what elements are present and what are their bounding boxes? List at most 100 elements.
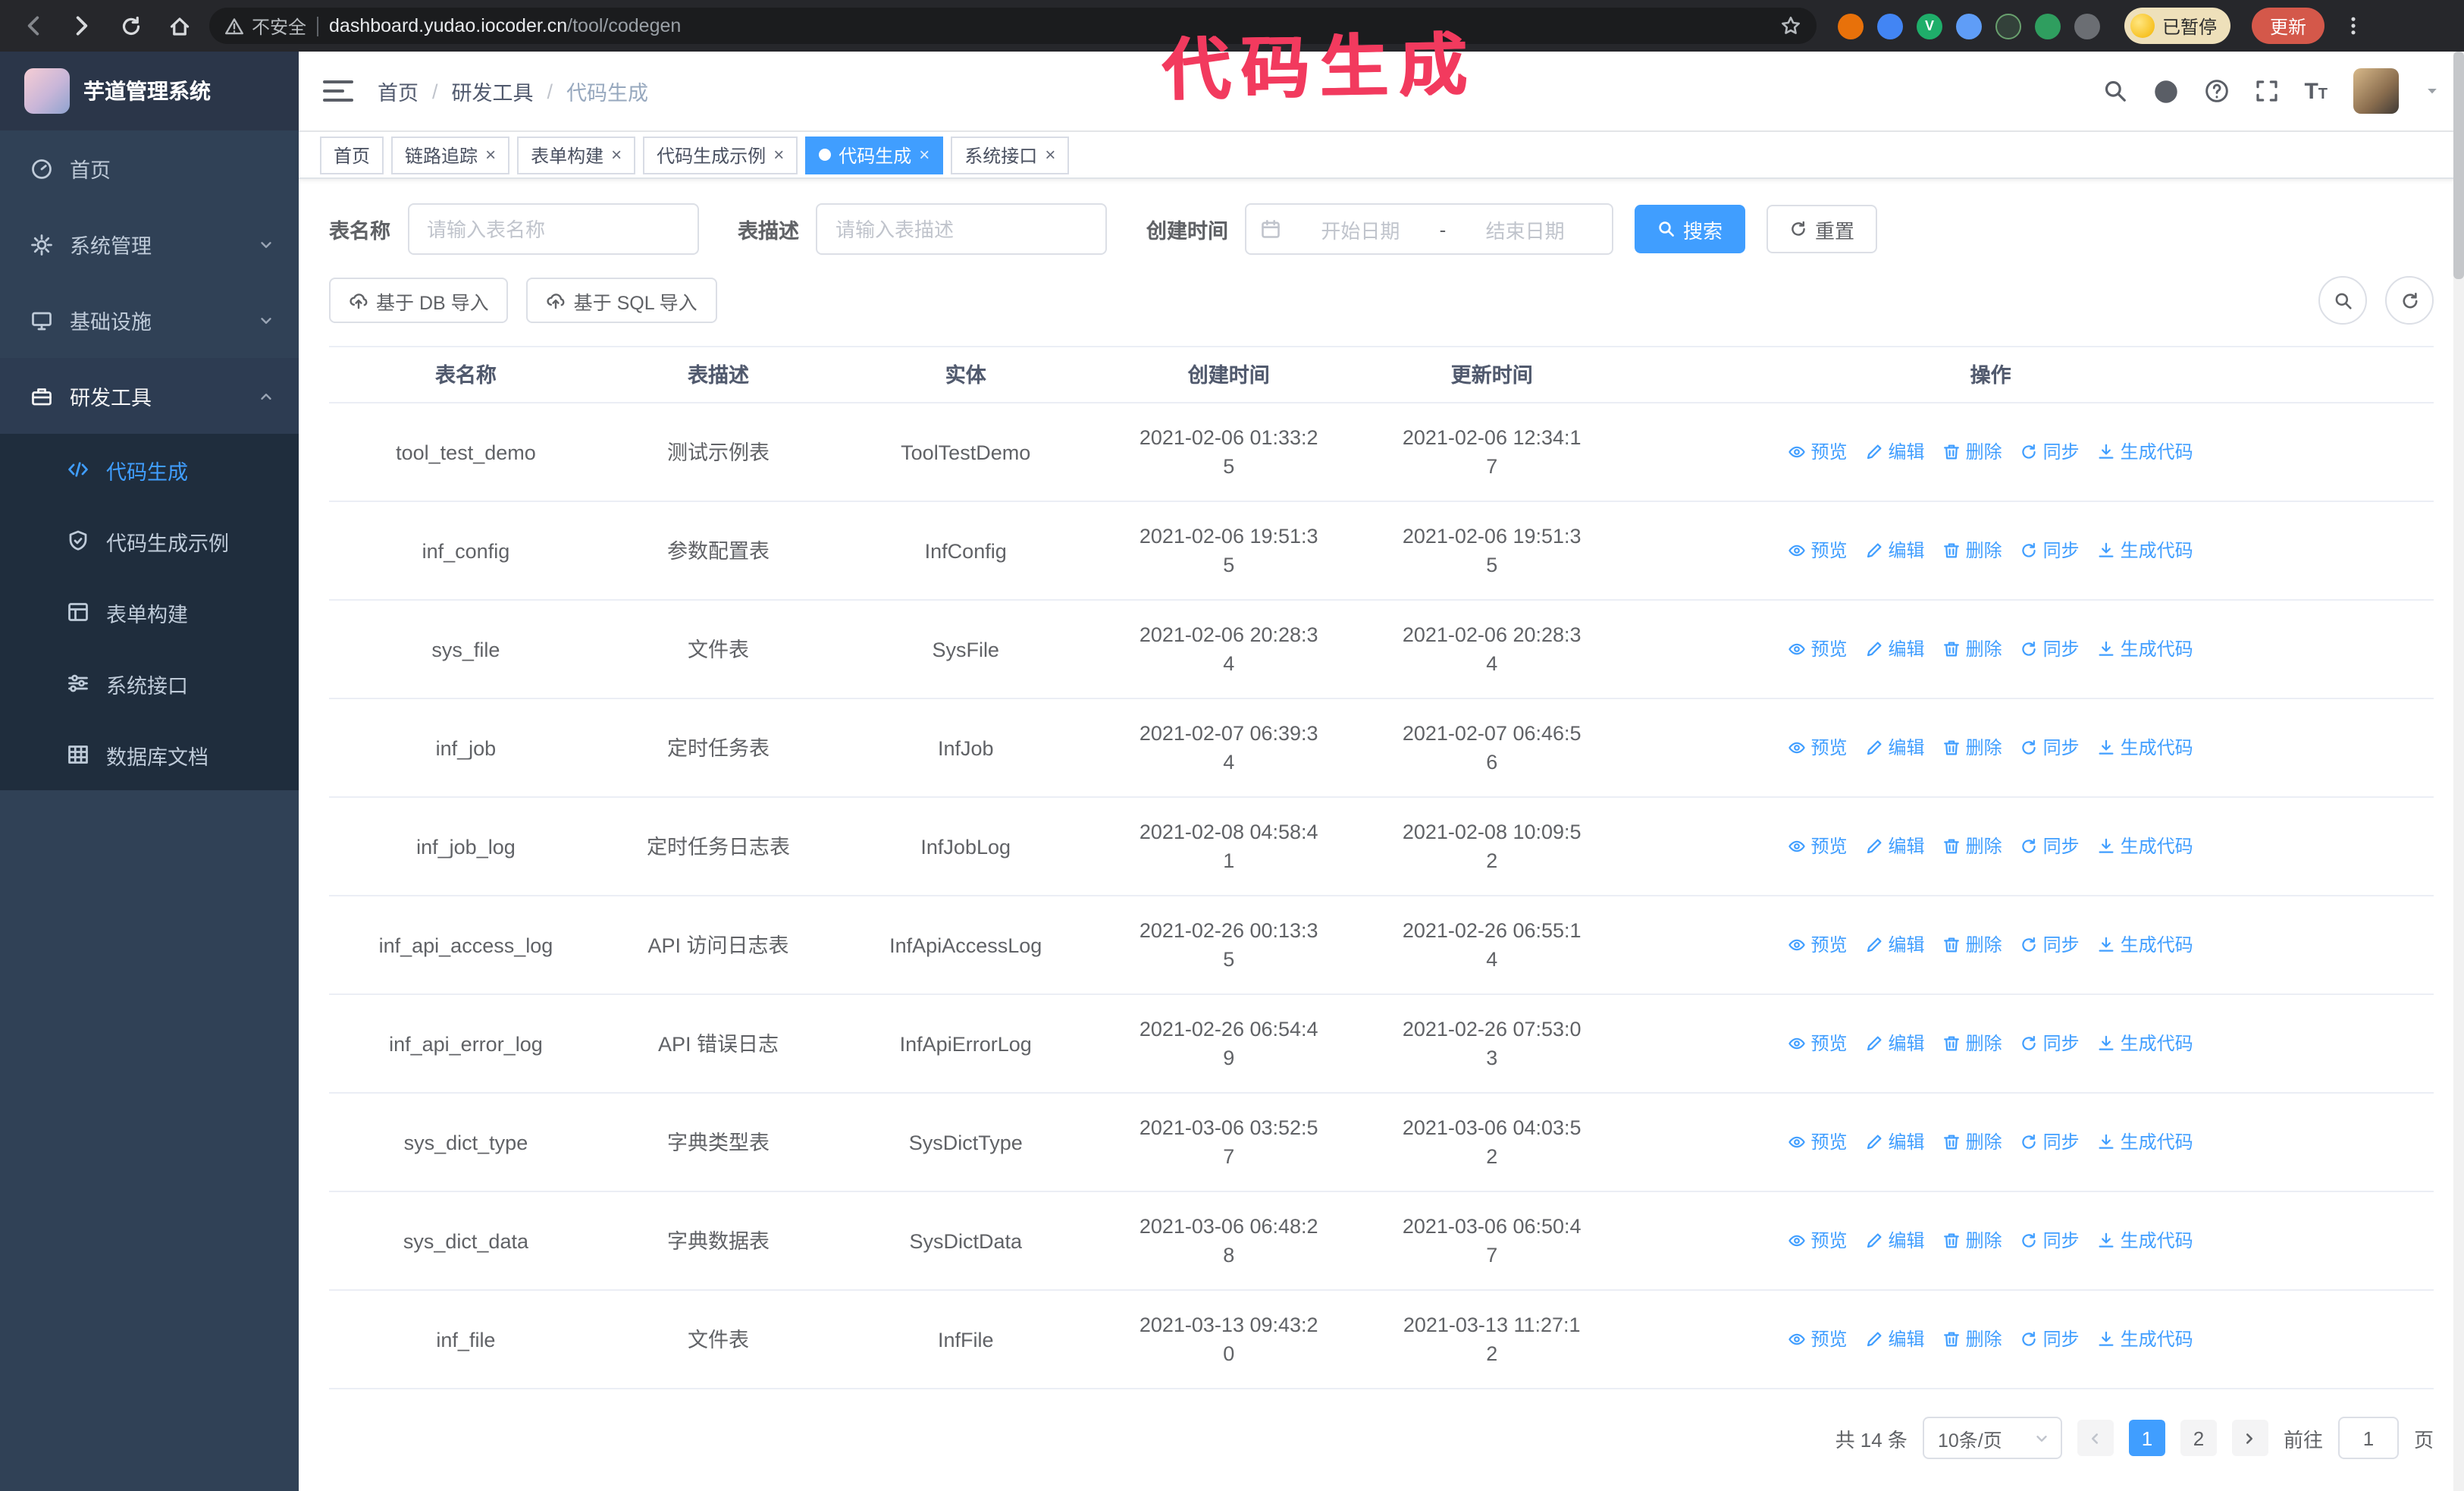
preview-link[interactable]: 预览: [1788, 536, 1848, 565]
sync-link[interactable]: 同步: [2020, 733, 2080, 762]
delete-link[interactable]: 删除: [1943, 1226, 2002, 1255]
sync-link[interactable]: 同步: [2020, 1029, 2080, 1058]
tab-close-icon[interactable]: ×: [919, 146, 929, 164]
sidebar-item-infrastructure[interactable]: 基础设施: [0, 282, 299, 358]
search-button[interactable]: 搜索: [1635, 205, 1746, 253]
delete-link[interactable]: 删除: [1943, 1128, 2002, 1157]
sidebar-item-db-doc[interactable]: 数据库文档: [0, 719, 299, 790]
table-name-input[interactable]: [407, 203, 698, 255]
preview-link[interactable]: 预览: [1788, 1325, 1848, 1354]
browser-reload-icon[interactable]: [112, 8, 149, 44]
import-sql-button[interactable]: 基于 SQL 导入: [526, 278, 717, 323]
sync-link[interactable]: 同步: [2020, 931, 2080, 959]
tab[interactable]: 系统接口 ×: [951, 136, 1070, 174]
date-end-placeholder[interactable]: 结束日期: [1452, 215, 1598, 243]
browser-back-icon[interactable]: [15, 8, 52, 44]
extension-icon[interactable]: [1956, 13, 1982, 39]
delete-link[interactable]: 删除: [1943, 536, 2002, 565]
tab[interactable]: 链路追踪 ×: [391, 136, 510, 174]
tab-close-icon[interactable]: ×: [611, 146, 622, 164]
extensions-puzzle-icon[interactable]: [2074, 13, 2100, 39]
prev-page-button[interactable]: [2077, 1420, 2114, 1456]
header-search-icon[interactable]: [2102, 79, 2127, 103]
preview-link[interactable]: 预览: [1788, 1029, 1848, 1058]
edit-link[interactable]: 编辑: [1866, 931, 1925, 959]
logo-area[interactable]: 芋道管理系统: [0, 52, 299, 130]
generate-code-link[interactable]: 生成代码: [2098, 438, 2193, 466]
sidebar-item-dev-tools[interactable]: 研发工具: [0, 358, 299, 434]
extension-icon[interactable]: [1995, 13, 2021, 39]
sync-link[interactable]: 同步: [2020, 635, 2080, 664]
github-icon[interactable]: [2152, 78, 2178, 104]
tab-close-icon[interactable]: ×: [1045, 146, 1055, 164]
fullscreen-icon[interactable]: [2254, 79, 2278, 103]
browser-menu-icon[interactable]: [2343, 15, 2364, 36]
sync-link[interactable]: 同步: [2020, 438, 2080, 466]
edit-link[interactable]: 编辑: [1866, 733, 1925, 762]
delete-link[interactable]: 删除: [1943, 1029, 2002, 1058]
page-size-select[interactable]: 10条/页: [1922, 1417, 2062, 1459]
date-start-placeholder[interactable]: 开始日期: [1287, 215, 1434, 243]
scrollbar-thumb[interactable]: [2453, 52, 2464, 279]
sidebar-item-system-api[interactable]: 系统接口: [0, 648, 299, 719]
generate-code-link[interactable]: 生成代码: [2098, 635, 2193, 664]
preview-link[interactable]: 预览: [1788, 733, 1848, 762]
generate-code-link[interactable]: 生成代码: [2098, 1325, 2193, 1354]
font-size-icon[interactable]: TT: [2304, 80, 2328, 102]
preview-link[interactable]: 预览: [1788, 1128, 1848, 1157]
delete-link[interactable]: 删除: [1943, 931, 2002, 959]
import-db-button[interactable]: 基于 DB 导入: [329, 278, 509, 323]
url-text[interactable]: dashboard.yudao.iocoder.cn/tool/codegen: [329, 15, 681, 36]
generate-code-link[interactable]: 生成代码: [2098, 832, 2193, 861]
edit-link[interactable]: 编辑: [1866, 1029, 1925, 1058]
tab[interactable]: 表单构建 ×: [517, 136, 636, 174]
breadcrumb-home[interactable]: 首页: [378, 76, 419, 106]
delete-link[interactable]: 删除: [1943, 733, 2002, 762]
generate-code-link[interactable]: 生成代码: [2098, 1128, 2193, 1157]
edit-link[interactable]: 编辑: [1866, 1226, 1925, 1255]
generate-code-link[interactable]: 生成代码: [2098, 536, 2193, 565]
preview-link[interactable]: 预览: [1788, 931, 1848, 959]
delete-link[interactable]: 删除: [1943, 1325, 2002, 1354]
tab-close-icon[interactable]: ×: [485, 146, 496, 164]
goto-page-input[interactable]: [2337, 1417, 2399, 1459]
extension-icon[interactable]: [1877, 13, 1903, 39]
security-warning[interactable]: 不安全: [224, 13, 306, 39]
preview-link[interactable]: 预览: [1788, 635, 1848, 664]
generate-code-link[interactable]: 生成代码: [2098, 931, 2193, 959]
sync-link[interactable]: 同步: [2020, 1325, 2080, 1354]
refresh-table-button[interactable]: [2385, 276, 2434, 325]
profile-paused-badge[interactable]: 已暂停: [2124, 8, 2231, 44]
next-page-button[interactable]: [2231, 1420, 2268, 1456]
extension-icon[interactable]: [2035, 13, 2061, 39]
tab-close-icon[interactable]: ×: [773, 146, 784, 164]
avatar-caret-icon[interactable]: [2425, 83, 2440, 99]
help-icon[interactable]: [2204, 79, 2228, 103]
extension-icon[interactable]: [1838, 13, 1864, 39]
delete-link[interactable]: 删除: [1943, 832, 2002, 861]
edit-link[interactable]: 编辑: [1866, 438, 1925, 466]
sidebar-item-form-builder[interactable]: 表单构建: [0, 576, 299, 648]
table-desc-input[interactable]: [816, 203, 1107, 255]
sync-link[interactable]: 同步: [2020, 1128, 2080, 1157]
edit-link[interactable]: 编辑: [1866, 1128, 1925, 1157]
bookmark-star-icon[interactable]: [1780, 15, 1801, 36]
user-avatar[interactable]: [2353, 68, 2399, 114]
extension-icon[interactable]: V: [1917, 13, 1942, 39]
preview-link[interactable]: 预览: [1788, 832, 1848, 861]
sync-link[interactable]: 同步: [2020, 536, 2080, 565]
toggle-search-button[interactable]: [2318, 276, 2367, 325]
tab[interactable]: 代码生成示例 ×: [643, 136, 798, 174]
sync-link[interactable]: 同步: [2020, 832, 2080, 861]
breadcrumb-dev-tools[interactable]: 研发工具: [452, 76, 534, 106]
generate-code-link[interactable]: 生成代码: [2098, 1226, 2193, 1255]
url-bar[interactable]: 不安全 dashboard.yudao.iocoder.cn/tool/code…: [209, 8, 1817, 44]
page-scrollbar[interactable]: [2453, 52, 2464, 1491]
delete-link[interactable]: 删除: [1943, 438, 2002, 466]
browser-update-button[interactable]: 更新: [2252, 8, 2325, 44]
hamburger-icon[interactable]: [323, 80, 353, 102]
generate-code-link[interactable]: 生成代码: [2098, 1029, 2193, 1058]
preview-link[interactable]: 预览: [1788, 438, 1848, 466]
delete-link[interactable]: 删除: [1943, 635, 2002, 664]
edit-link[interactable]: 编辑: [1866, 1325, 1925, 1354]
